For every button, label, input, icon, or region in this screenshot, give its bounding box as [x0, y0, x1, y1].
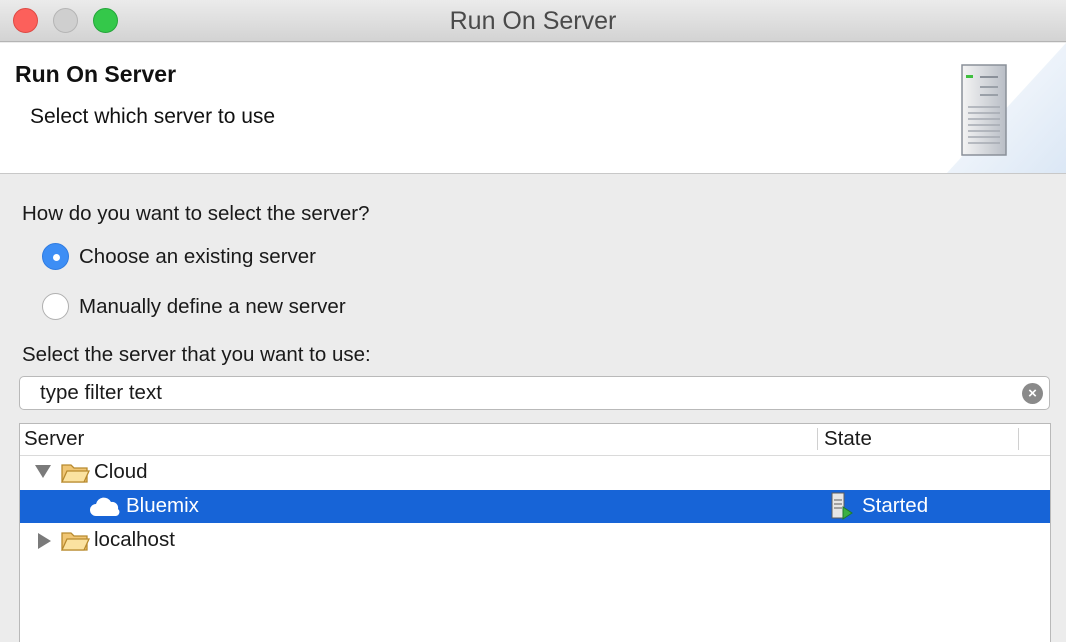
existing-server-radio[interactable] — [42, 243, 69, 270]
column-divider[interactable] — [1018, 428, 1019, 450]
selection-question: How do you want to select the server? — [22, 202, 370, 225]
existing-server-label[interactable]: Choose an existing server — [79, 245, 316, 269]
table-header: Server State — [20, 424, 1050, 456]
wizard-banner: Run On Server Select which server to use — [0, 43, 1066, 174]
new-server-radio[interactable] — [42, 293, 69, 320]
collapsed-arrow-icon[interactable] — [38, 533, 51, 549]
tree-label-localhost: localhost — [94, 528, 175, 551]
filter-input[interactable] — [40, 381, 1000, 405]
existing-server-option[interactable]: Choose an existing server — [42, 243, 316, 270]
clear-icon[interactable]: × — [1022, 383, 1043, 404]
column-header-server[interactable]: Server — [24, 427, 84, 451]
banner-subtitle: Select which server to use — [30, 105, 276, 128]
filter-field[interactable]: × — [19, 376, 1050, 410]
wizard-body: How do you want to select the server? Ch… — [0, 175, 1066, 642]
server-list-label: Select the server that you want to use: — [22, 343, 371, 366]
folder-icon — [60, 532, 90, 551]
folder-icon — [60, 464, 90, 483]
server-started-icon — [831, 492, 853, 520]
server-state-bluemix: Started — [862, 494, 929, 517]
cloud-icon — [90, 497, 120, 516]
column-header-state[interactable]: State — [824, 427, 872, 451]
new-server-option[interactable]: Manually define a new server — [42, 293, 346, 320]
banner-title: Run On Server — [15, 61, 177, 87]
window-title: Run On Server — [449, 7, 617, 35]
expanded-arrow-icon[interactable] — [35, 465, 51, 478]
server-table[interactable]: Server State Cloud Bluemix Started local… — [19, 423, 1051, 642]
title-bar: Run On Server — [0, 0, 1066, 42]
tree-label-cloud: Cloud — [94, 460, 148, 483]
new-server-label[interactable]: Manually define a new server — [79, 295, 346, 319]
tree-row-cloud[interactable]: Cloud — [20, 456, 1050, 489]
server-tower-icon — [946, 43, 1066, 173]
column-divider[interactable] — [817, 428, 818, 450]
tree-row-bluemix[interactable]: Bluemix Started — [20, 490, 1050, 523]
tree-row-localhost[interactable]: localhost — [20, 524, 1050, 557]
tree-label-bluemix: Bluemix — [126, 494, 199, 517]
